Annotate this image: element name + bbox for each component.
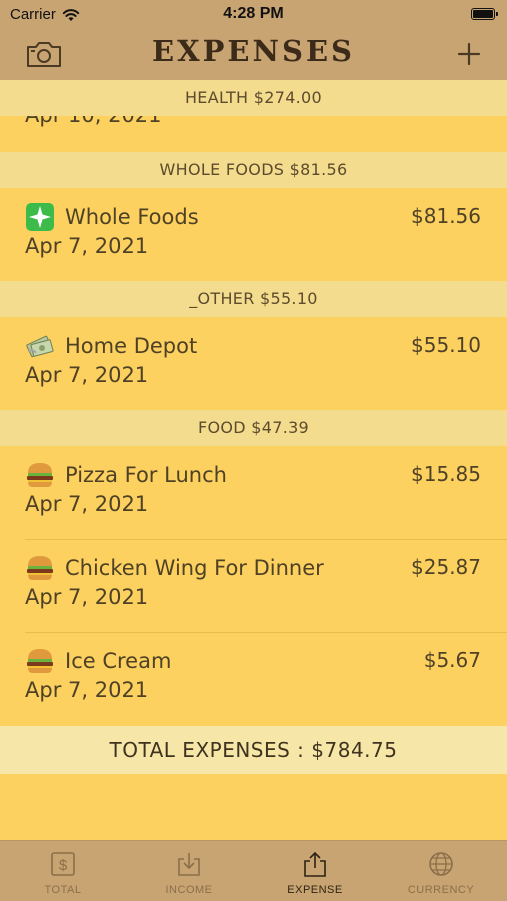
section-header-food: FOOD $47.39 (0, 410, 507, 446)
tab-label: INCOME (165, 884, 213, 896)
plus-icon[interactable] (457, 42, 481, 66)
section-header-label: FOOD $47.39 (197, 418, 310, 437)
svg-text:$: $ (59, 857, 68, 874)
tab-total[interactable]: $ TOTAL (0, 841, 126, 901)
list-item[interactable]: Pizza For Lunch Apr 7, 2021 $15.85 (0, 446, 507, 539)
list-item[interactable]: Apr 10, 2021 (0, 116, 507, 152)
money-icon (26, 335, 54, 358)
row-amount: $81.56 (411, 204, 481, 228)
row-date: Apr 7, 2021 (25, 234, 149, 258)
row-title: Ice Cream (25, 646, 171, 676)
row-amount: $55.10 (411, 333, 481, 357)
burger-icon (27, 649, 53, 673)
status-bar: Carrier 4:28 PM (0, 0, 507, 30)
expense-list[interactable]: HEALTH $274.00 Apr 10, 2021 WHOLE FOODS … (0, 80, 507, 840)
list-item[interactable]: Chicken Wing For Dinner Apr 7, 2021 $25.… (0, 540, 507, 632)
burger-icon (27, 463, 53, 487)
section-header-other: _OTHER $55.10 (0, 281, 507, 317)
tab-income[interactable]: INCOME (126, 841, 252, 901)
battery-icon (471, 8, 498, 20)
section-header-health: HEALTH $274.00 (0, 80, 507, 116)
tab-currency[interactable]: CURRENCY (378, 841, 504, 901)
list-item[interactable]: Ice Cream Apr 7, 2021 $5.67 (0, 633, 507, 726)
status-time: 4:28 PM (223, 5, 284, 22)
row-amount: $5.67 (423, 648, 481, 672)
row-title-label: Ice Cream (65, 649, 172, 673)
download-icon (178, 853, 200, 876)
row-title-label: Home Depot (65, 334, 198, 358)
row-date: Apr 7, 2021 (25, 492, 149, 516)
sparkle-icon (26, 203, 54, 231)
tab-label: CURRENCY (407, 884, 475, 896)
tab-bar: $ TOTAL INCOME EXPENSE CURRENCY (0, 840, 507, 901)
row-title: Home Depot (25, 331, 197, 361)
tab-label: EXPENSE (287, 884, 343, 896)
row-title-label: Whole Foods (65, 205, 199, 229)
tab-label: TOTAL (44, 884, 82, 896)
total-expenses-label: TOTAL EXPENSES : $784.75 (109, 738, 398, 762)
row-date: Apr 7, 2021 (25, 678, 149, 702)
row-title: Pizza For Lunch (25, 460, 227, 490)
burger-icon (27, 556, 53, 580)
section-header-label: _OTHER $55.10 (189, 289, 318, 308)
row-date: Apr 7, 2021 (25, 363, 149, 387)
row-title-label: Pizza For Lunch (65, 463, 227, 487)
page-title: EXPENSES (151, 34, 355, 68)
row-title: Chicken Wing For Dinner (25, 553, 324, 583)
row-title-label: Chicken Wing For Dinner (65, 556, 324, 580)
nav-bar: EXPENSES (0, 30, 507, 80)
row-amount: $25.87 (411, 555, 481, 579)
list-item[interactable]: Whole Foods Apr 7, 2021 $81.56 (0, 188, 507, 281)
section-header-label: HEALTH $274.00 (184, 88, 323, 107)
tab-expense[interactable]: EXPENSE (252, 841, 378, 901)
dollar-icon: $ (51, 852, 75, 876)
list-item[interactable]: Home Depot Apr 7, 2021 $55.10 (0, 317, 507, 410)
row-date: Apr 7, 2021 (25, 585, 149, 609)
row-title: Whole Foods (25, 202, 199, 232)
section-header-whole-foods: WHOLE FOODS $81.56 (0, 152, 507, 188)
row-amount: $15.85 (411, 462, 481, 486)
row-date: Apr 10, 2021 (25, 116, 162, 127)
section-header-label: WHOLE FOODS $81.56 (159, 160, 348, 179)
total-expenses-bar: TOTAL EXPENSES : $784.75 (0, 726, 507, 774)
globe-icon (429, 852, 453, 876)
upload-icon (304, 851, 326, 877)
